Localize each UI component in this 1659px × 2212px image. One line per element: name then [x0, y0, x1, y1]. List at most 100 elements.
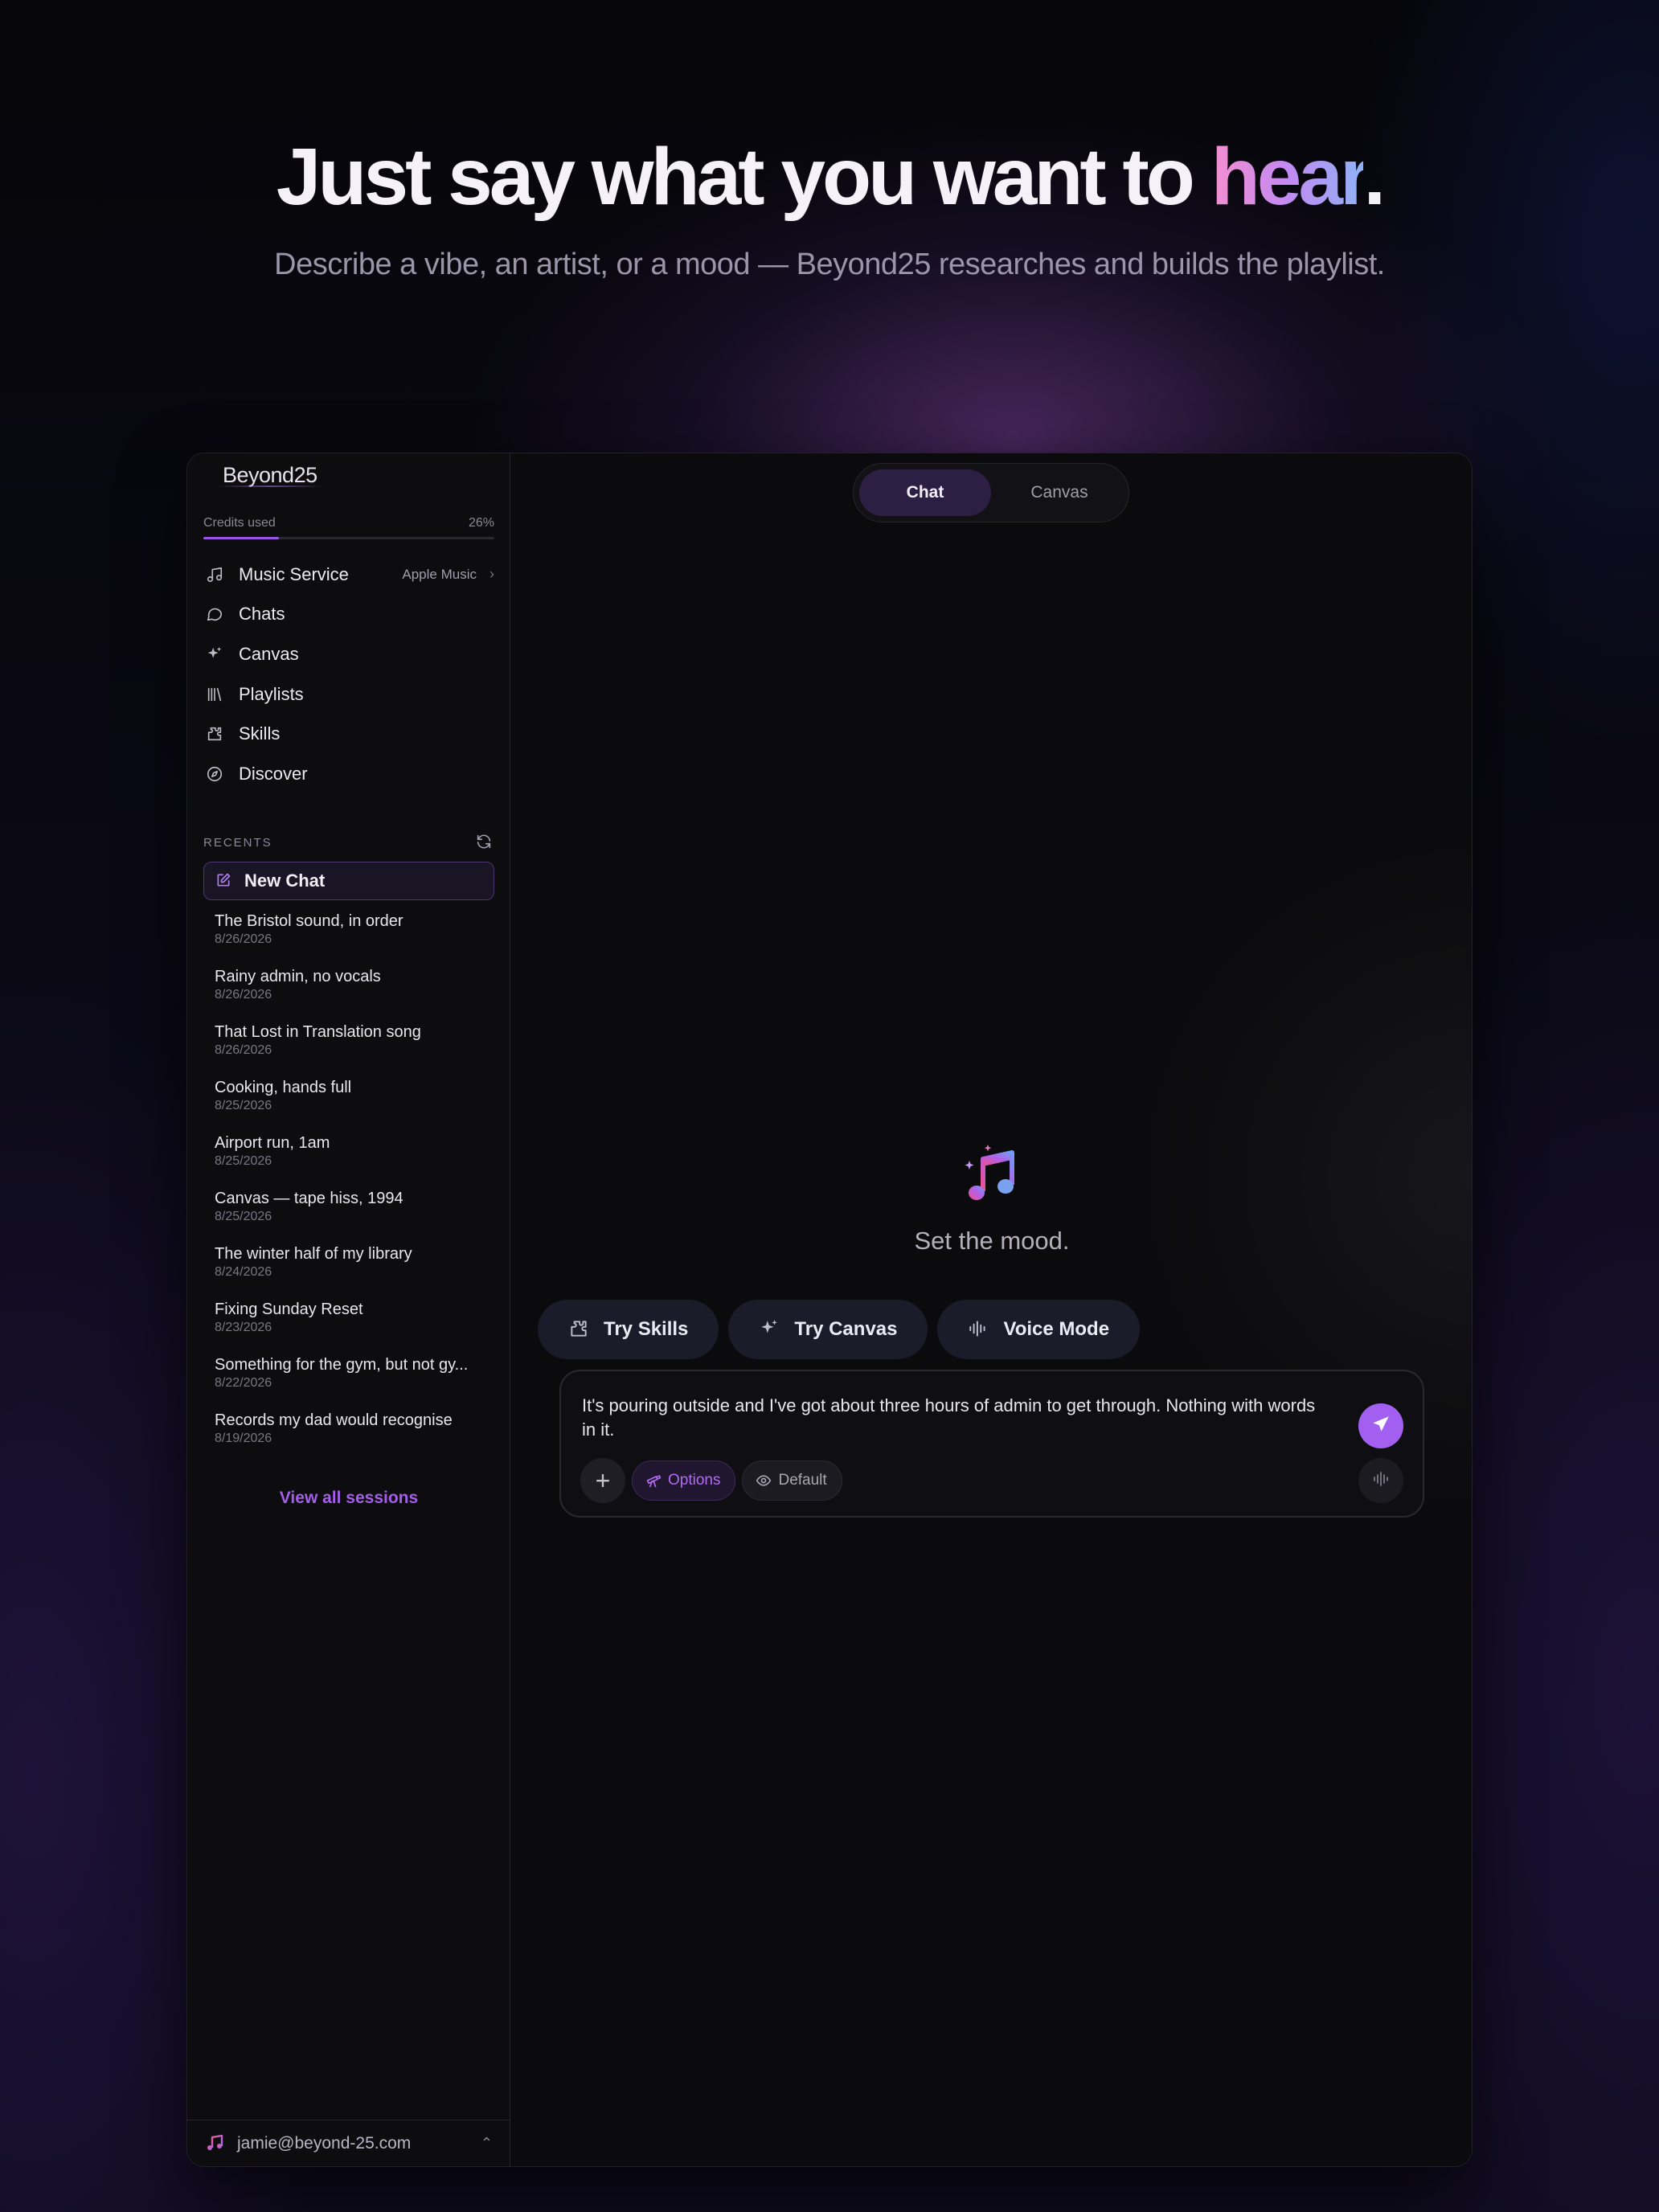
- recent-item-date: 8/26/2026: [215, 988, 272, 1002]
- recent-item-title: Rainy admin, no vocals: [215, 968, 381, 985]
- model-label: Default: [778, 1472, 827, 1489]
- message-composer: It's pouring outside and I've got about …: [559, 1370, 1424, 1518]
- recents-header: RECENTS: [203, 833, 494, 852]
- new-chat-button[interactable]: New Chat: [203, 862, 494, 900]
- sidebar-item-label: Playlists: [239, 683, 304, 704]
- recents-label: RECENTS: [203, 835, 272, 850]
- voice-mode-button[interactable]: Voice Mode: [937, 1300, 1141, 1359]
- try-skills-button[interactable]: Try Skills: [538, 1300, 719, 1359]
- sidebar-nav: Music Service Apple Music › Chats Canvas: [203, 555, 494, 794]
- music-sparkle-icon: [964, 1143, 1020, 1204]
- sidebar-item-skills[interactable]: Skills: [203, 714, 494, 754]
- sidebar-item-label: Skills: [239, 723, 281, 744]
- mode-toggle: Chat Canvas: [853, 463, 1129, 522]
- recent-item-date: 8/19/2026: [215, 1432, 272, 1445]
- sidebar-item-chats[interactable]: Chats: [203, 595, 494, 635]
- sidebar-item-discover[interactable]: Discover: [203, 754, 494, 794]
- refresh-icon[interactable]: [475, 833, 494, 852]
- recent-item-title: The winter half of my library: [215, 1245, 412, 1263]
- send-button[interactable]: [1358, 1403, 1403, 1448]
- compass-icon: [205, 764, 224, 784]
- credits-meter: Credits used 26%: [203, 516, 494, 539]
- recent-list: The Bristol sound, in order 8/26/2026 Rai…: [215, 911, 488, 1466]
- music-logo-icon: [205, 2133, 226, 2154]
- recent-item-date: 8/25/2026: [215, 1099, 272, 1112]
- try-canvas-button[interactable]: Try Canvas: [728, 1300, 928, 1359]
- tab-canvas[interactable]: Canvas: [995, 469, 1124, 516]
- tab-chat[interactable]: Chat: [859, 469, 991, 516]
- model-select[interactable]: Default: [742, 1460, 842, 1501]
- sparkle-icon: [759, 1318, 781, 1341]
- credits-label: Credits used: [203, 516, 276, 530]
- music-service-detail: Apple Music ›: [402, 566, 494, 583]
- recent-item[interactable]: The winter half of my library 8/24/2026: [215, 1244, 488, 1300]
- recent-item-title: Records my dad would recognise: [215, 1411, 453, 1429]
- recent-item-title: Something for the gym, but not gy...: [215, 1356, 469, 1374]
- credits-bar-fill: [203, 537, 280, 539]
- puzzle-icon: [205, 724, 224, 743]
- sidebar-item-music-service[interactable]: Music Service Apple Music ›: [203, 555, 494, 595]
- view-all-sessions-link[interactable]: View all sessions: [187, 1489, 510, 1508]
- voice-mode-label: Voice Mode: [1003, 1318, 1110, 1340]
- main-panel: Chat Canvas Set the mood. Try Skills Try…: [510, 453, 1472, 2166]
- send-icon: [1370, 1414, 1391, 1439]
- recent-item-date: 8/24/2026: [215, 1265, 272, 1279]
- sidebar-item-canvas[interactable]: Canvas: [203, 634, 494, 674]
- options-button[interactable]: Options: [632, 1460, 736, 1501]
- recent-item-title: Airport run, 1am: [215, 1134, 330, 1152]
- recent-item-title: Cooking, hands full: [215, 1079, 352, 1096]
- music-note-icon: [205, 565, 224, 584]
- recent-item-date: 8/23/2026: [215, 1321, 272, 1334]
- hero-title-end: .: [1363, 132, 1386, 222]
- chevron-right-icon: ›: [490, 566, 494, 583]
- recent-item[interactable]: Something for the gym, but not gy... 8/22…: [215, 1355, 488, 1411]
- recent-item[interactable]: Airport run, 1am 8/25/2026: [215, 1133, 488, 1189]
- recent-item[interactable]: Cooking, hands full 8/25/2026: [215, 1078, 488, 1133]
- account-email: jamie@beyond-25.com: [237, 2133, 412, 2153]
- credits-percent: 26%: [468, 516, 494, 530]
- edit-icon: [215, 872, 233, 890]
- recent-item-date: 8/22/2026: [215, 1376, 272, 1390]
- recent-item-date: 8/26/2026: [215, 932, 272, 946]
- recent-item[interactable]: Canvas — tape hiss, 1994 8/25/2026: [215, 1189, 488, 1244]
- sidebar-item-label: Canvas: [239, 643, 299, 664]
- eye-icon: [756, 1473, 772, 1489]
- waveform-icon: [1371, 1469, 1391, 1493]
- credits-bar: [203, 537, 494, 539]
- recent-item[interactable]: Records my dad would recognise 8/19/2026: [215, 1411, 488, 1466]
- sparkle-icon: [205, 645, 224, 664]
- app-logo[interactable]: Beyond25: [223, 463, 317, 488]
- account-menu[interactable]: jamie@beyond-25.com ⌃: [187, 2120, 510, 2166]
- try-skills-label: Try Skills: [604, 1318, 689, 1340]
- empty-state-caption: Set the mood.: [914, 1227, 1070, 1255]
- recent-item[interactable]: That Lost in Translation song 8/26/2026: [215, 1022, 488, 1078]
- app-window: Beyond25 Credits used 26% Music Service …: [186, 453, 1473, 2167]
- plus-icon: +: [595, 1465, 611, 1495]
- attach-button[interactable]: +: [580, 1458, 625, 1503]
- recent-item[interactable]: The Bristol sound, in order 8/26/2026: [215, 911, 488, 967]
- options-label: Options: [668, 1472, 721, 1489]
- hero-subtitle: Describe a vibe, an artist, or a mood — …: [274, 248, 1385, 281]
- recent-item-title: The Bristol sound, in order: [215, 912, 403, 930]
- sidebar-item-playlists[interactable]: Playlists: [203, 674, 494, 715]
- quick-actions: Try Skills Try Canvas Voice Mode: [538, 1300, 1141, 1359]
- new-chat-label: New Chat: [244, 870, 326, 891]
- music-service-value: Apple Music: [402, 566, 477, 582]
- recent-item-title: Fixing Sunday Reset: [215, 1301, 363, 1318]
- recent-item-date: 8/25/2026: [215, 1210, 272, 1223]
- sidebar: Beyond25 Credits used 26% Music Service …: [187, 453, 510, 2166]
- try-canvas-label: Try Canvas: [794, 1318, 898, 1340]
- hero-title: Just say what you want to hear.: [0, 129, 1659, 225]
- recent-item[interactable]: Fixing Sunday Reset 8/23/2026: [215, 1300, 488, 1355]
- voice-input-button[interactable]: [1358, 1458, 1403, 1503]
- composer-toolbar: + Options Default: [580, 1458, 842, 1503]
- chevron-up-icon: ⌃: [480, 2135, 493, 2151]
- empty-state: Set the mood.: [510, 1143, 1472, 1256]
- waveform-icon: [968, 1318, 990, 1341]
- message-input[interactable]: It's pouring outside and I've got about …: [582, 1394, 1321, 1442]
- recent-item[interactable]: Rainy admin, no vocals 8/26/2026: [215, 967, 488, 1022]
- logo-underline: [218, 485, 322, 487]
- recent-item-date: 8/26/2026: [215, 1043, 272, 1057]
- hero-title-main: Just say what you want to: [276, 132, 1211, 222]
- hero-title-accent: hear: [1210, 132, 1367, 222]
